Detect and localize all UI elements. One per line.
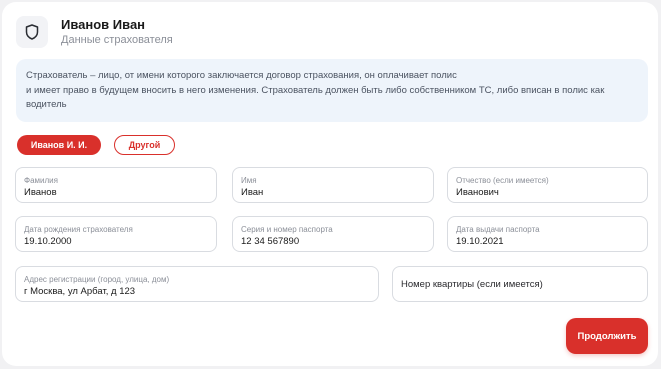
passport-number-value[interactable]: 12 34 567890 <box>241 236 299 247</box>
first-name-label: Имя <box>241 176 257 185</box>
birth-date-value[interactable]: 19.10.2000 <box>24 236 72 247</box>
insurer-form-card: Иванов Иван Данные страхователя Страхова… <box>2 2 658 366</box>
passport-number-label: Серия и номер паспорта <box>241 225 333 234</box>
passport-issue-date-label: Дата выдачи паспорта <box>456 225 540 234</box>
last-name-value[interactable]: Иванов <box>24 187 57 198</box>
info-banner: Страхователь – лицо, от имени которого з… <box>16 59 648 122</box>
birth-date-field[interactable]: Дата рождения страхователя 19.10.2000 <box>15 216 217 252</box>
passport-issue-date-field[interactable]: Дата выдачи паспорта 19.10.2021 <box>447 216 648 252</box>
continue-button[interactable]: Продолжить <box>566 318 648 354</box>
insurer-name: Иванов Иван <box>61 17 146 32</box>
apartment-field[interactable]: Номер квартиры (если имеется) <box>392 266 648 302</box>
insurer-option-other[interactable]: Другой <box>114 135 175 155</box>
patronymic-label: Отчество (если имеется) <box>456 176 549 185</box>
section-subtitle: Данные страхователя <box>61 34 173 46</box>
first-name-value[interactable]: Иван <box>241 187 263 198</box>
birth-date-label: Дата рождения страхователя <box>24 225 133 234</box>
shield-icon <box>16 16 48 48</box>
last-name-field[interactable]: Фамилия Иванов <box>15 167 217 203</box>
passport-issue-date-value[interactable]: 19.10.2021 <box>456 236 504 247</box>
apartment-placeholder: Номер квартиры (если имеется) <box>401 279 543 290</box>
patronymic-value[interactable]: Иванович <box>456 187 499 198</box>
info-text-line: водитель <box>26 99 67 110</box>
address-value[interactable]: г Москва, ул Арбат, д 123 <box>24 286 135 297</box>
info-text-line: Страхователь – лицо, от имени которого з… <box>26 70 457 81</box>
first-name-field[interactable]: Имя Иван <box>232 167 434 203</box>
passport-number-field[interactable]: Серия и номер паспорта 12 34 567890 <box>232 216 434 252</box>
insurer-option-self[interactable]: Иванов И. И. <box>17 135 101 155</box>
patronymic-field[interactable]: Отчество (если имеется) Иванович <box>447 167 648 203</box>
info-text-line: и имеет право в будущем вносить в него и… <box>26 84 605 96</box>
address-label: Адрес регистрации (город, улица, дом) <box>24 275 170 284</box>
address-field[interactable]: Адрес регистрации (город, улица, дом) г … <box>15 266 379 302</box>
last-name-label: Фамилия <box>24 176 58 185</box>
